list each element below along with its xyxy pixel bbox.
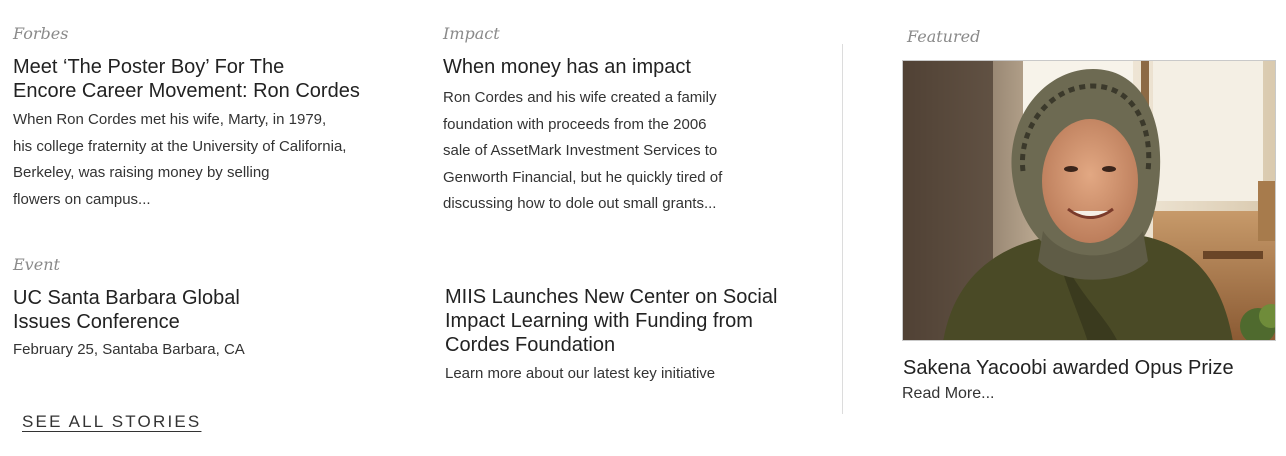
excerpt-line: flowers on campus... [13,190,151,208]
excerpt-line: discussing how to dole out small grants.… [443,195,717,212]
headline-line[interactable]: MIIS Launches New Center on Social [445,285,777,309]
headline-line[interactable]: UC Santa Barbara Global [13,286,245,310]
featured-photo[interactable] [902,60,1276,341]
excerpt-line: Genworth Financial, but he quickly tired… [443,168,723,186]
featured-kicker: Featured [907,27,981,46]
story-kicker: Impact [443,24,500,43]
featured-headline[interactable]: Sakena Yacoobi awarded Opus Prize [903,356,1234,380]
excerpt-line: When Ron Cordes met his wife, Marty, in … [13,111,327,128]
story-miis: MIIS Launches New Center on Social Impac… [445,285,777,385]
excerpt-line: Berkeley, was raising money by selling [13,164,270,181]
headline-line[interactable]: Issues Conference [13,310,245,334]
story-excerpt: Ron Cordes and his wife created a family… [443,85,722,218]
story-headline[interactable]: MIIS Launches New Center on Social Impac… [445,285,777,357]
headline-line[interactable]: Meet ‘The Poster Boy’ For The [13,55,360,79]
read-more-link[interactable]: Read More... [902,383,994,405]
headline-line[interactable]: Impact Learning with Funding from [445,309,777,333]
story-event: Event UC Santa Barbara Global Issues Con… [13,255,245,361]
story-kicker: Forbes [13,24,69,43]
event-date-location: February 25, Santaba Barbara, CA [13,341,245,358]
headline-line[interactable]: Cordes Foundation [445,333,777,357]
see-all-stories-link[interactable]: SEE ALL STORIES [22,412,201,432]
excerpt-line: sale of AssetMark Investment Services to [443,142,718,159]
story-forbes: Forbes Meet ‘The Poster Boy’ For The Enc… [13,24,360,213]
headline-line[interactable]: When money has an impact [443,55,722,79]
story-excerpt: When Ron Cordes met his wife, Marty, in … [13,107,360,213]
story-headline[interactable]: UC Santa Barbara Global Issues Conferenc… [13,286,245,334]
column-divider [842,44,843,414]
excerpt-line: Ron Cordes and his wife created a family [443,89,717,106]
story-impact: Impact When money has an impact Ron Cord… [443,24,722,218]
excerpt-line: foundation with proceeds from the 2006 [443,115,707,133]
excerpt-line: his college fraternity at the University… [13,137,347,155]
story-headline[interactable]: Meet ‘The Poster Boy’ For The Encore Car… [13,55,360,103]
story-headline[interactable]: When money has an impact [443,55,722,79]
portrait-image [903,61,1275,340]
story-kicker: Event [13,255,60,274]
headline-line[interactable]: Encore Career Movement: Ron Cordes [13,79,360,103]
story-excerpt: Learn more about our latest key initiati… [445,365,716,382]
